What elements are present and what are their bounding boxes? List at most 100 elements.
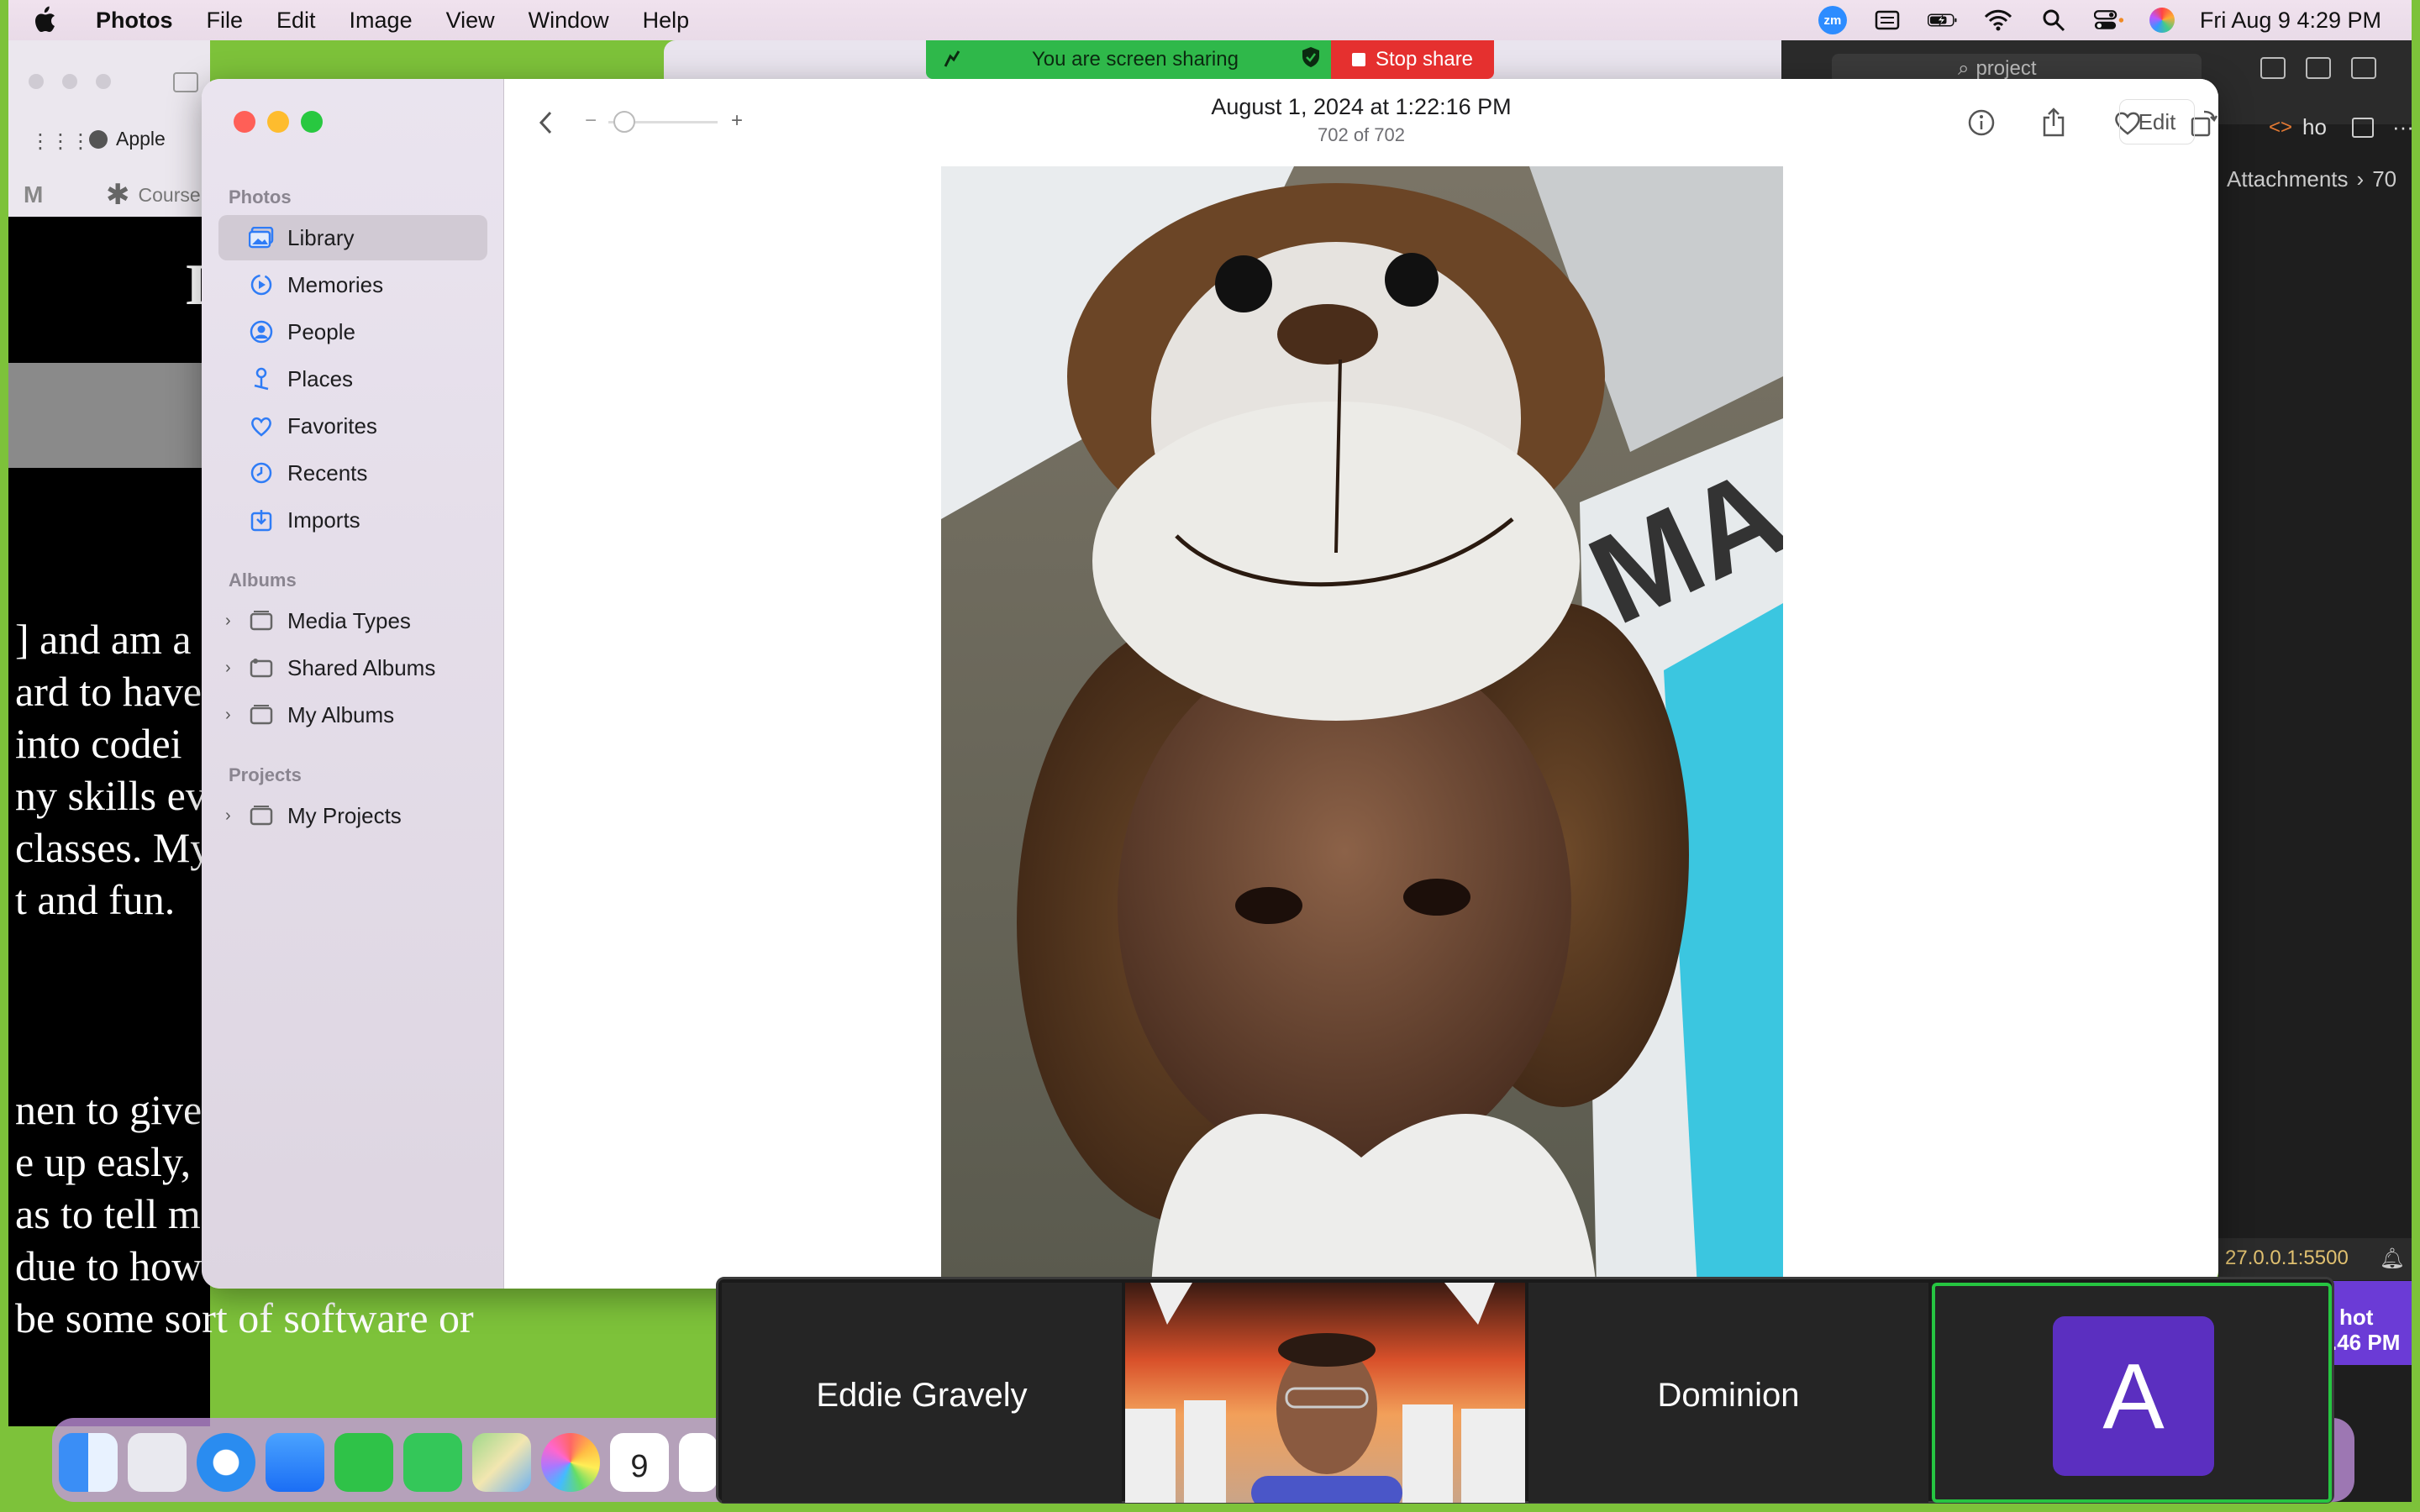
menu-photos[interactable]: Photos [96, 8, 173, 34]
more-icon[interactable]: ··· [2392, 114, 2414, 140]
menu-view[interactable]: View [446, 8, 495, 34]
apple-menu-icon[interactable] [34, 6, 59, 34]
wifi-icon[interactable] [1983, 8, 2013, 33]
chevron-right-icon[interactable]: › [225, 612, 231, 631]
zoom-video-strip: Eddie Gravely Dominion A [716, 1277, 2334, 1504]
menu-image[interactable]: Image [350, 8, 413, 34]
chevron-right-icon[interactable]: › [225, 659, 231, 678]
sidebar-item-people[interactable]: People [218, 309, 487, 354]
sidebar-item-places[interactable]: Places [218, 356, 487, 402]
participant-tile[interactable]: Dominion [1528, 1283, 1928, 1503]
sidebar-item-my-projects[interactable]: › My Projects [218, 793, 487, 838]
participant-video-tile[interactable] [1125, 1283, 1525, 1503]
photos-window: Photos Library Memories People Places Fa… [202, 79, 2218, 1289]
chevron-right-icon[interactable]: › [225, 706, 231, 725]
participant-name: Eddie Gravely [816, 1377, 1028, 1414]
split-editor-icon[interactable] [2351, 117, 2374, 138]
apple-logo-icon [89, 129, 108, 149]
siri-icon[interactable] [2149, 8, 2175, 33]
import-icon [249, 507, 274, 533]
photos-app-icon[interactable] [541, 1433, 600, 1492]
participant-tile[interactable]: Eddie Gravely [722, 1283, 1122, 1503]
spotlight-search-icon[interactable] [2039, 8, 2069, 33]
doc-line: ny skills ev [15, 772, 207, 819]
doc-line: ] and am a [15, 616, 192, 663]
status-bar: 27.0.0.1:5500 🔔︎ [2218, 1238, 2412, 1280]
course-tab[interactable]: ✱ Course [106, 178, 201, 212]
menu-edit[interactable]: Edit [276, 8, 316, 34]
photos-sidebar: Photos Library Memories People Places Fa… [202, 79, 504, 1289]
reminders-icon[interactable] [679, 1433, 718, 1492]
sidebar-item-my-albums[interactable]: › My Albums [218, 692, 487, 738]
doc-line: as to tell me [15, 1190, 219, 1237]
chevron-right-icon: › [2356, 166, 2365, 192]
menu-window[interactable]: Window [529, 8, 609, 34]
menubar-clock[interactable]: Fri Aug 9 4:29 PM [2200, 8, 2381, 34]
folder-icon [249, 608, 274, 633]
stop-share-label: Stop share [1375, 48, 1474, 71]
menu-bar: Photos File Edit Image View Window Help … [8, 0, 2412, 40]
keyboard-input-icon[interactable] [1872, 8, 1902, 33]
stop-share-button[interactable]: Stop share [1331, 40, 1494, 79]
menu-help[interactable]: Help [643, 8, 690, 34]
sidebar-item-memories[interactable]: Memories [218, 262, 487, 307]
photo-image[interactable]: MA [941, 166, 1783, 1289]
sidebar-item-shared-albums[interactable]: › Shared Albums [218, 645, 487, 690]
sidebar-item-imports[interactable]: Imports [218, 497, 487, 543]
participant-video [1125, 1283, 1525, 1503]
sidebar-section-projects: Projects [229, 764, 302, 785]
shared-folder-icon [249, 655, 274, 680]
clock-icon [249, 460, 274, 486]
sidebar-toggle-icon[interactable] [2260, 57, 2286, 79]
close-button[interactable] [234, 111, 255, 133]
places-icon [249, 366, 274, 391]
sidebar-item-favorites[interactable]: Favorites [218, 403, 487, 449]
facetime-icon[interactable] [334, 1433, 393, 1492]
shield-check-icon [1301, 46, 1321, 74]
control-center-icon[interactable] [2093, 8, 2124, 33]
stop-icon [1351, 53, 1365, 66]
selfie-photo: MA [941, 166, 1783, 1289]
chevron-right-icon[interactable]: › [225, 806, 231, 826]
share-icon [2043, 108, 2065, 137]
screenshot-time: .46 PM [2331, 1330, 2401, 1355]
sidebar-item-recents[interactable]: Recents [218, 450, 487, 496]
apple-bookmark[interactable]: Apple [89, 128, 166, 150]
split-toggle-icon[interactable] [2351, 57, 2376, 79]
minimize-button[interactable] [267, 111, 289, 133]
bell-icon[interactable]: 🔔︎ [2380, 1247, 2405, 1271]
panel-toggle-icon[interactable] [2306, 57, 2331, 79]
finder-icon[interactable] [59, 1433, 118, 1492]
share-button[interactable] [2035, 104, 2072, 141]
sidebar-item-media-types[interactable]: › Media Types [218, 598, 487, 643]
asterisk-icon: ✱ [106, 179, 130, 211]
editor-tab[interactable]: <> ho ··· [2269, 114, 2414, 140]
battery-icon[interactable] [1927, 8, 1958, 33]
doc-line: ard to have [15, 668, 203, 715]
screen-share-banner: You are screen sharing Stop share [926, 40, 1494, 79]
zoom-button[interactable] [301, 111, 323, 133]
maps-icon[interactable] [472, 1433, 531, 1492]
calendar-icon[interactable]: 9 [610, 1433, 669, 1492]
code-icon: <> [2269, 115, 2293, 139]
doc-line: e up easly, s [15, 1138, 218, 1185]
edit-button[interactable]: Edit [2119, 99, 2195, 144]
launchpad-icon[interactable] [128, 1433, 187, 1492]
sidebar-section-albums: Albums [229, 570, 297, 591]
menu-file[interactable]: File [207, 8, 244, 34]
server-status[interactable]: 27.0.0.1:5500 [2225, 1247, 2349, 1269]
photo-count: 702 of 702 [1318, 124, 1405, 145]
messages-icon[interactable] [403, 1433, 462, 1492]
screen-share-status[interactable]: You are screen sharing [926, 40, 1331, 79]
doc-line: be some sort of software or [15, 1294, 474, 1341]
apps-grid-icon[interactable]: ⋮⋮⋮ [30, 129, 91, 155]
doc-line: nen to give [15, 1086, 203, 1133]
info-button[interactable] [1963, 104, 2000, 141]
sidebar-item-library[interactable]: Library [218, 215, 487, 260]
safari-icon[interactable] [197, 1433, 255, 1492]
zoom-status-icon[interactable]: zm [1818, 6, 1847, 34]
breadcrumb: Attachments › 70 [2227, 166, 2397, 192]
participant-tile-active[interactable]: A [1932, 1283, 2332, 1503]
mail-icon[interactable] [266, 1433, 324, 1492]
gmail-tab[interactable]: M [24, 181, 54, 207]
